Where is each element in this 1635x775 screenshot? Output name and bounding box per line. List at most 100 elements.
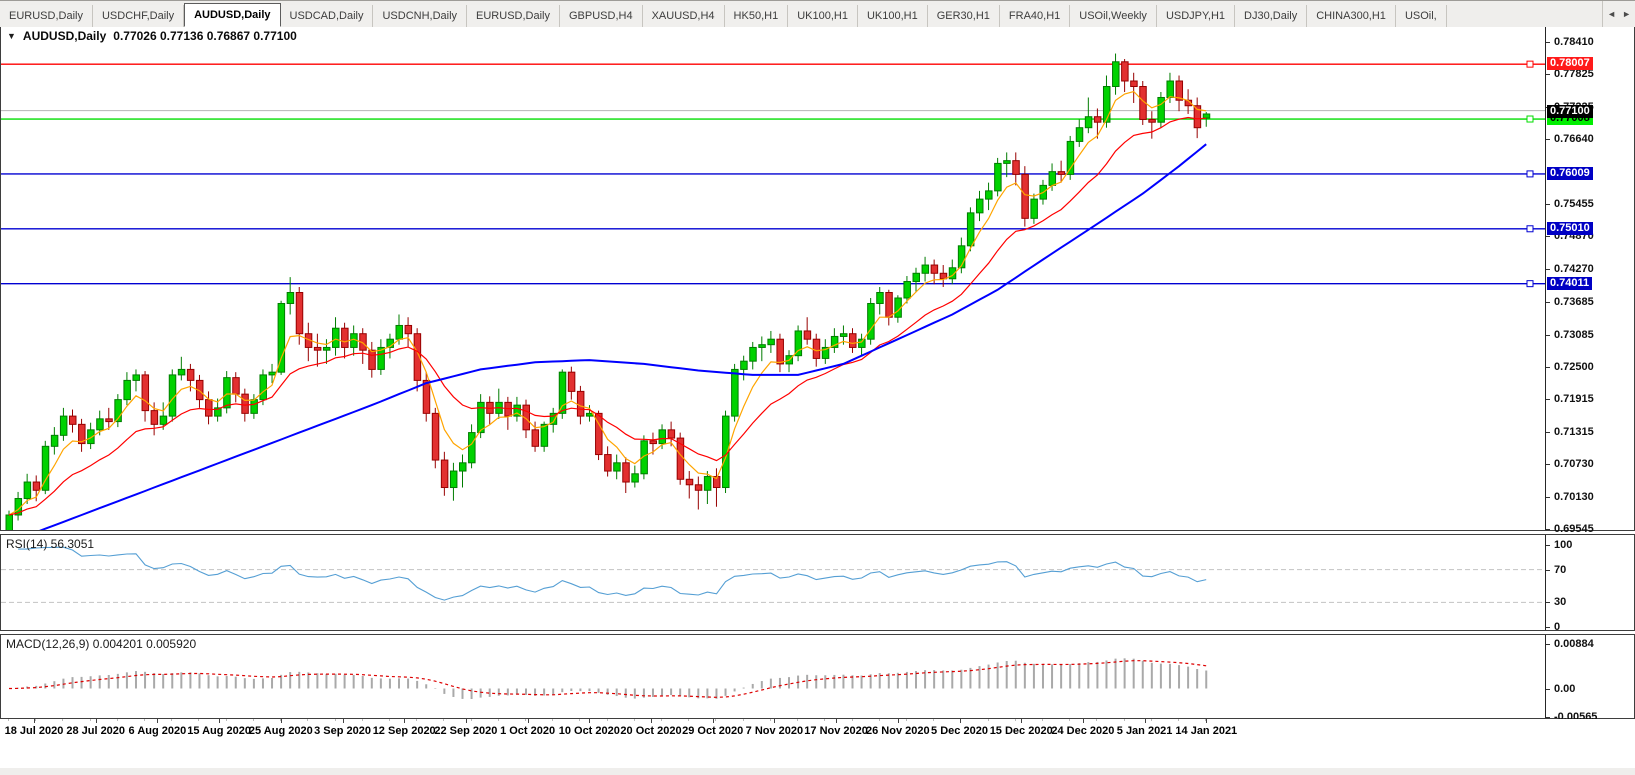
rsi-canvas[interactable] xyxy=(1,535,1545,630)
chart-tab-eurusd-daily[interactable]: EURUSD,Daily xyxy=(467,5,560,27)
date-minor-tick xyxy=(144,719,145,721)
date-major-tick xyxy=(836,719,837,723)
chart-tab-xauusd-h4[interactable]: XAUUSD,H4 xyxy=(643,5,725,27)
chart-tab-uk100-h1[interactable]: UK100,H1 xyxy=(858,5,928,27)
date-minor-tick xyxy=(62,719,63,721)
date-major-tick xyxy=(1206,719,1207,723)
price-tick-label: 0.76640 xyxy=(1554,133,1594,145)
date-major-tick xyxy=(219,719,220,723)
date-minor-tick xyxy=(471,719,472,721)
price-tick-label: 0.74270 xyxy=(1554,263,1594,275)
date-label: 26 Nov 2020 xyxy=(866,725,930,737)
price-tick xyxy=(1546,335,1550,336)
date-label: 6 Aug 2020 xyxy=(129,725,187,737)
macd-tick-label: 0.00 xyxy=(1554,683,1575,695)
chart-tab-usdcnh-daily[interactable]: USDCNH,Daily xyxy=(373,5,467,27)
date-label: 25 Aug 2020 xyxy=(249,725,313,737)
line-handle-0.78007[interactable] xyxy=(1527,61,1533,67)
rsi-tick-label: 30 xyxy=(1554,596,1566,608)
date-label: 5 Dec 2020 xyxy=(931,725,988,737)
date-label: 15 Dec 2020 xyxy=(990,725,1053,737)
rsi-pane: 10070300 RSI(14) 56.3051 xyxy=(0,534,1635,631)
macd-canvas[interactable] xyxy=(1,635,1545,718)
date-major-tick xyxy=(960,719,961,723)
date-minor-tick xyxy=(661,719,662,721)
date-minor-tick xyxy=(117,719,118,721)
chart-tab-eurusd-daily[interactable]: EURUSD,Daily xyxy=(0,5,93,27)
price-tick-label: 0.73085 xyxy=(1554,329,1594,341)
price-tick-label: 0.70130 xyxy=(1554,491,1594,503)
date-minor-tick xyxy=(226,719,227,721)
date-major-tick xyxy=(343,719,344,723)
price-tick xyxy=(1546,399,1550,400)
date-label: 14 Jan 2021 xyxy=(1175,725,1237,737)
chart-tab-gbpusd-h4[interactable]: GBPUSD,H4 xyxy=(560,5,643,27)
date-minor-tick xyxy=(253,719,254,721)
date-label: 1 Oct 2020 xyxy=(500,725,555,737)
chart-tab-uk100-h1[interactable]: UK100,H1 xyxy=(788,5,858,27)
scroll-tabs-right-icon[interactable]: ► xyxy=(1622,9,1631,19)
date-minor-tick xyxy=(852,719,853,721)
date-minor-tick xyxy=(307,719,308,721)
date-major-tick xyxy=(898,719,899,723)
date-minor-tick xyxy=(90,719,91,721)
line-handle-0.74011[interactable] xyxy=(1527,281,1533,287)
chart-tab-ger30-h1[interactable]: GER30,H1 xyxy=(928,5,1000,27)
date-axis[interactable]: 18 Jul 202028 Jul 20206 Aug 202015 Aug 2… xyxy=(0,719,1635,741)
price-tick xyxy=(1546,497,1550,498)
ohlc-values: 0.77026 0.77136 0.76867 0.77100 xyxy=(113,29,297,43)
price-chart-pane: 0.784100.778250.772250.766400.754550.748… xyxy=(0,24,1635,531)
date-label: 29 Oct 2020 xyxy=(682,725,743,737)
chart-tabs-bar: EURUSD,DailyUSDCHF,DailyAUDUSD,DailyUSDC… xyxy=(0,0,1635,27)
date-major-tick xyxy=(157,719,158,723)
price-tick-label: 0.70730 xyxy=(1554,458,1594,470)
date-minor-tick xyxy=(1124,719,1125,721)
chart-tab-usdchf-daily[interactable]: USDCHF,Daily xyxy=(93,5,184,27)
chart-tab-usoil-weekly[interactable]: USOil,Weekly xyxy=(1070,5,1157,27)
date-label: 12 Sep 2020 xyxy=(373,725,436,737)
price-tick xyxy=(1546,302,1550,303)
date-minor-tick xyxy=(389,719,390,721)
macd-tick xyxy=(1546,717,1550,718)
price-chart-canvas[interactable] xyxy=(1,25,1545,530)
date-minor-tick xyxy=(416,719,417,721)
date-minor-tick xyxy=(579,719,580,721)
date-major-tick xyxy=(651,719,652,723)
price-tick xyxy=(1546,367,1550,368)
date-label: 28 Jul 2020 xyxy=(66,725,125,737)
window-bottom-strip xyxy=(0,768,1635,775)
chart-tab-hk50-h1[interactable]: HK50,H1 xyxy=(725,5,789,27)
line-handle-0.75010[interactable] xyxy=(1527,226,1533,232)
line-handle-0.77008[interactable] xyxy=(1527,116,1533,122)
mt4-window: ▾ M1M5M15M30H1H4D1W1MN 0.784100.778250.7… xyxy=(0,0,1635,775)
line-handle-0.76009[interactable] xyxy=(1527,171,1533,177)
chart-tab-usoil[interactable]: USOil, xyxy=(1396,5,1447,27)
date-minor-tick xyxy=(198,719,199,721)
rsi-tick xyxy=(1546,627,1550,628)
date-label: 20 Oct 2020 xyxy=(620,725,681,737)
chart-tab-audusd-daily[interactable]: AUDUSD,Daily xyxy=(184,3,280,27)
chart-tab-usdjpy-h1[interactable]: USDJPY,H1 xyxy=(1157,5,1235,27)
date-minor-tick xyxy=(607,719,608,721)
price-tick-label: 0.75455 xyxy=(1554,198,1594,210)
line-price-badge: 0.75010 xyxy=(1547,222,1593,235)
date-label: 15 Aug 2020 xyxy=(187,725,251,737)
chart-tab-fra40-h1[interactable]: FRA40,H1 xyxy=(1000,5,1070,27)
date-major-tick xyxy=(404,719,405,723)
rsi-tick-label: 0 xyxy=(1554,621,1560,633)
scroll-tabs-left-icon[interactable]: ◄ xyxy=(1607,9,1616,19)
tab-scroll-arrows: ◄ ► xyxy=(1602,1,1635,27)
date-label: 7 Nov 2020 xyxy=(746,725,803,737)
chart-tab-dj30-daily[interactable]: DJ30,Daily xyxy=(1235,5,1307,27)
date-minor-tick xyxy=(171,719,172,721)
price-tick xyxy=(1546,432,1550,433)
price-tick xyxy=(1546,204,1550,205)
date-minor-tick xyxy=(770,719,771,721)
collapse-panel-icon[interactable]: ▼ xyxy=(7,31,16,41)
price-tick xyxy=(1546,74,1550,75)
chart-tab-china300-h1[interactable]: CHINA300,H1 xyxy=(1307,5,1396,27)
chart-tab-usdcad-daily[interactable]: USDCAD,Daily xyxy=(281,5,374,27)
date-minor-tick xyxy=(498,719,499,721)
date-minor-tick xyxy=(362,719,363,721)
date-minor-tick xyxy=(443,719,444,721)
